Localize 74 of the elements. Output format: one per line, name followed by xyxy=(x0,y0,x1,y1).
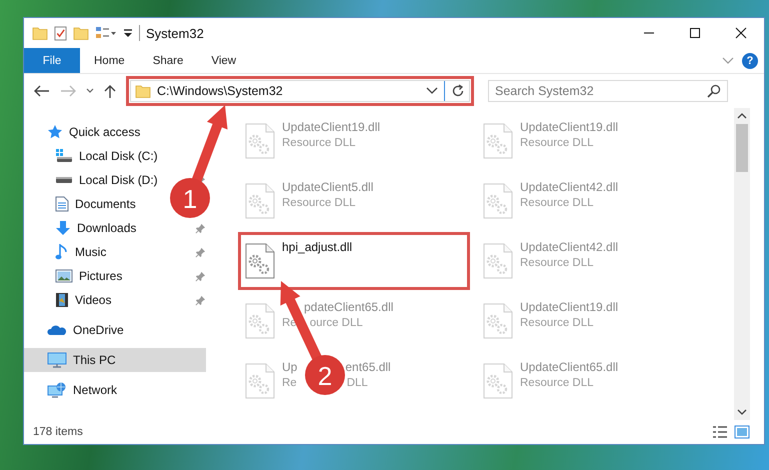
network-globe-icon xyxy=(47,382,67,398)
up-arrow-icon[interactable] xyxy=(104,84,116,98)
picture-icon xyxy=(55,269,73,283)
recent-locations-caret-icon[interactable] xyxy=(86,88,94,94)
file-name: UpdateClient19.dll xyxy=(282,120,380,134)
file-type: Resource DLL xyxy=(520,257,594,269)
file-type: Resource DLL xyxy=(282,137,356,149)
window-title: System32 xyxy=(146,26,204,40)
ribbon-tab[interactable]: File xyxy=(24,48,80,73)
sidebar-item[interactable]: Videos xyxy=(32,288,118,312)
film-icon xyxy=(55,292,69,308)
sidebar-item[interactable]: Downloads xyxy=(32,216,142,240)
expand-ribbon-chevron-icon[interactable] xyxy=(722,56,734,64)
down-arrow-icon xyxy=(55,220,71,236)
file-name: UpdateClient19.dll xyxy=(520,300,618,314)
file-name: Up xyxy=(282,360,298,374)
file-name: UpdateClient42.dll xyxy=(520,240,618,254)
sidebar-item[interactable]: Music xyxy=(32,240,112,264)
sidebar-item[interactable]: Local Disk (D:) xyxy=(32,168,164,192)
item-count: 178 items xyxy=(33,426,83,438)
file-type: Resource DLL xyxy=(282,197,356,209)
customize-dropdown-icon[interactable] xyxy=(123,28,133,38)
file-name: ent65.dll xyxy=(345,360,391,374)
view-options-icon[interactable] xyxy=(95,26,117,40)
sidebar-item[interactable]: Local Disk (C:) xyxy=(32,144,164,168)
folder-icon xyxy=(135,84,151,98)
help-button[interactable]: ? xyxy=(742,52,758,68)
scrollbar[interactable] xyxy=(734,108,750,420)
maximize-icon xyxy=(689,27,701,39)
sidebar-item[interactable]: Network xyxy=(24,378,124,402)
sidebar-item[interactable]: This PC xyxy=(24,348,206,372)
monitor-icon xyxy=(47,352,67,368)
file-name: UpdateClient65.dll xyxy=(520,360,618,374)
close-icon xyxy=(735,27,747,39)
file-type: ource DLL xyxy=(310,317,363,329)
file-type: Resource DLL xyxy=(520,197,594,209)
ribbon-tab[interactable]: Share xyxy=(138,48,198,73)
drive-icon xyxy=(55,149,73,163)
sidebar-item[interactable]: Pictures xyxy=(32,264,128,288)
file-name: UpdateClient19.dll xyxy=(520,120,618,134)
address-dropdown-caret-icon[interactable] xyxy=(426,87,438,95)
callout-number: 2 xyxy=(318,361,332,391)
checkmark-document-icon[interactable] xyxy=(54,26,67,40)
ribbon-tab[interactable]: Home xyxy=(80,48,139,73)
search-field[interactable]: Search System32 xyxy=(488,80,728,102)
file-name: UpdateClient5.dll xyxy=(282,180,374,194)
file-name: pdateClient65.dll xyxy=(304,300,394,314)
refresh-icon[interactable] xyxy=(451,84,465,98)
sidebar-item[interactable]: Documents xyxy=(32,192,142,216)
file-name: UpdateClient42.dll xyxy=(520,180,618,194)
file-type: Re xyxy=(282,377,297,389)
cloud-icon xyxy=(47,324,67,336)
new-folder-icon[interactable] xyxy=(73,26,89,40)
sidebar-item[interactable]: Quick access xyxy=(24,120,146,144)
sidebar-item[interactable]: OneDrive xyxy=(24,318,130,342)
back-arrow-icon[interactable] xyxy=(34,85,50,97)
details-view-icon[interactable] xyxy=(712,425,728,439)
star-icon xyxy=(47,124,63,140)
large-icons-view-icon[interactable] xyxy=(734,425,750,439)
search-icon[interactable] xyxy=(707,84,721,98)
music-note-icon xyxy=(55,244,69,260)
forward-arrow-icon[interactable] xyxy=(60,85,76,97)
folder-icon[interactable] xyxy=(32,26,48,40)
file-type: Resource DLL xyxy=(520,377,594,389)
document-icon xyxy=(55,196,69,212)
file-type: Resource DLL xyxy=(520,317,594,329)
callout-number: 1 xyxy=(182,184,198,214)
drive-icon xyxy=(55,177,73,183)
file-name: hpi_adjust.dll xyxy=(282,240,352,254)
ribbon-tab[interactable]: View xyxy=(197,48,250,73)
file-type: DLL xyxy=(346,377,368,389)
file-item[interactable]: hpi_adjust.dll xyxy=(241,235,467,287)
scrollbar-thumb[interactable] xyxy=(736,124,748,172)
file-type: Resource DLL xyxy=(520,137,594,149)
